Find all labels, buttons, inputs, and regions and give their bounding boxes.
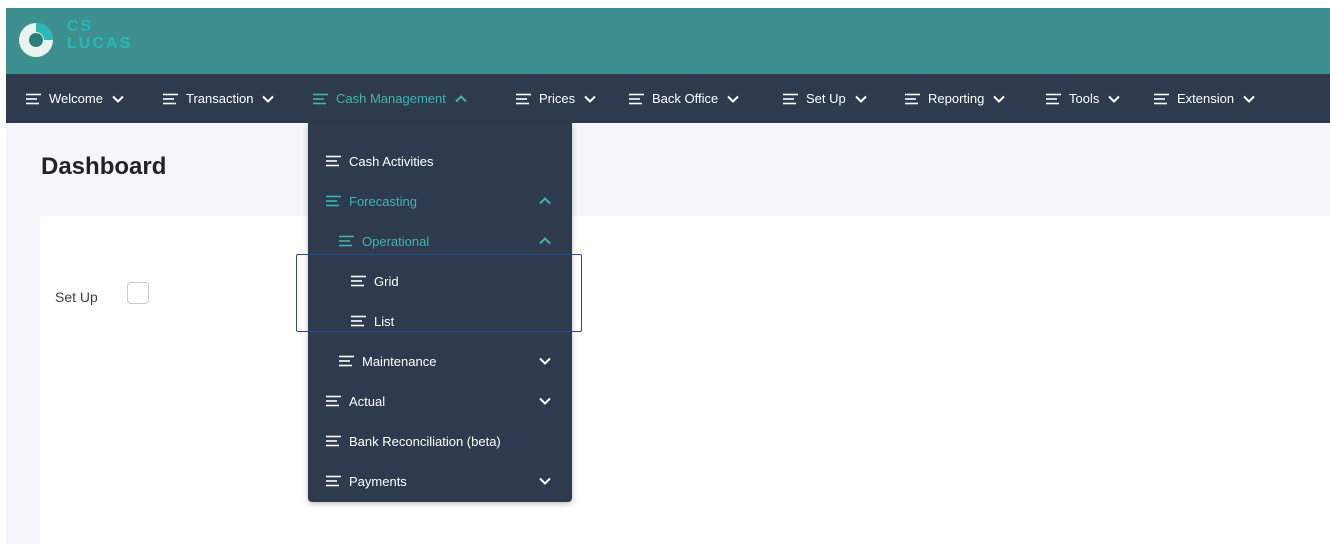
menu-set-up[interactable]: Set Up xyxy=(783,74,868,123)
chevron-down-icon xyxy=(993,95,1006,103)
setup-label: Set Up xyxy=(55,289,98,305)
lines-icon xyxy=(326,195,341,207)
dd-item-grid[interactable]: Grid xyxy=(308,261,572,301)
menu-label: Welcome xyxy=(49,91,103,106)
brand-text: CS LUCAS xyxy=(67,18,132,52)
menu-label: Set Up xyxy=(806,91,846,106)
chevron-down-icon xyxy=(539,477,551,485)
main-menu-bar: Welcome Transaction Cash Management Pric… xyxy=(6,74,1330,123)
dd-item-label: Grid xyxy=(374,273,399,289)
lines-icon xyxy=(629,93,644,104)
chevron-down-icon xyxy=(855,95,867,103)
brand-line-2: LUCAS xyxy=(67,35,133,52)
menu-prices[interactable]: Prices xyxy=(516,74,597,123)
menu-extension[interactable]: Extension xyxy=(1154,74,1256,123)
dd-item-label: List xyxy=(374,313,395,329)
lines-icon xyxy=(326,395,341,407)
dd-item-label: Cash Activities xyxy=(349,153,434,169)
dd-item-actual[interactable]: Actual xyxy=(308,381,572,421)
menu-cash-management[interactable]: Cash Management xyxy=(313,74,468,123)
dd-item-bank-reconciliation[interactable]: Bank Reconciliation (beta) xyxy=(308,421,572,461)
lines-icon xyxy=(326,435,341,447)
lines-icon xyxy=(163,93,178,104)
chevron-down-icon xyxy=(1108,95,1121,103)
chevron-up-icon xyxy=(539,237,551,245)
chevron-down-icon xyxy=(539,357,551,365)
app-window: CS LUCAS Welcome Transaction Cash Manage… xyxy=(6,8,1330,544)
lines-icon xyxy=(1154,93,1169,104)
chevron-down-icon xyxy=(262,95,275,103)
dashboard-card xyxy=(40,216,1330,544)
chevron-down-icon xyxy=(1243,95,1255,103)
menu-tools[interactable]: Tools xyxy=(1046,74,1121,123)
chevron-up-icon xyxy=(539,197,551,205)
dd-item-label: Operational xyxy=(362,233,430,249)
lines-icon xyxy=(905,93,920,104)
brand-line-1: CS xyxy=(67,18,94,35)
dd-item-label: Maintenance xyxy=(362,353,437,369)
lines-icon xyxy=(26,93,41,104)
menu-label: Transaction xyxy=(186,91,254,106)
lines-icon xyxy=(326,155,341,167)
menu-back-office[interactable]: Back Office xyxy=(629,74,740,123)
setup-checkbox[interactable] xyxy=(127,282,149,304)
menu-label: Reporting xyxy=(928,91,985,106)
dd-item-label: Bank Reconciliation (beta) xyxy=(349,433,501,449)
logo-icon xyxy=(19,23,53,57)
dd-item-forecasting[interactable]: Forecasting xyxy=(308,181,572,221)
lines-icon xyxy=(351,315,366,327)
chevron-down-icon xyxy=(584,95,596,103)
lines-icon xyxy=(339,235,354,247)
dd-item-label: Forecasting xyxy=(349,193,417,209)
menu-label: Prices xyxy=(539,91,576,106)
chevron-down-icon xyxy=(727,95,739,103)
top-header: CS LUCAS xyxy=(6,8,1330,74)
lines-icon xyxy=(351,275,366,287)
dd-item-cash-activities[interactable]: Cash Activities xyxy=(308,141,572,181)
menu-reporting[interactable]: Reporting xyxy=(905,74,1006,123)
menu-label: Tools xyxy=(1069,91,1100,106)
dd-item-operational[interactable]: Operational xyxy=(308,221,572,261)
dd-item-payments[interactable]: Payments xyxy=(308,461,572,501)
cash-management-dropdown: Cash Activities Forecasting Operational … xyxy=(308,123,572,502)
lines-icon xyxy=(1046,93,1061,104)
menu-label: Cash Management xyxy=(336,91,446,106)
dd-item-label: Actual xyxy=(349,393,386,409)
lines-icon xyxy=(783,93,798,104)
menu-label: Extension xyxy=(1177,91,1235,106)
lines-icon xyxy=(326,475,341,487)
lines-icon xyxy=(339,355,354,367)
dd-item-maintenance[interactable]: Maintenance xyxy=(308,341,572,381)
dd-item-list[interactable]: List xyxy=(308,301,572,341)
page-title: Dashboard xyxy=(41,153,167,180)
lines-icon xyxy=(313,93,328,104)
menu-welcome[interactable]: Welcome xyxy=(26,74,125,123)
lines-icon xyxy=(516,93,531,104)
menu-transaction[interactable]: Transaction xyxy=(163,74,275,123)
menu-label: Back Office xyxy=(652,91,719,106)
chevron-down-icon xyxy=(112,95,124,103)
chevron-down-icon xyxy=(539,397,551,405)
chevron-up-icon xyxy=(455,94,467,102)
dd-item-label: Payments xyxy=(349,473,407,489)
